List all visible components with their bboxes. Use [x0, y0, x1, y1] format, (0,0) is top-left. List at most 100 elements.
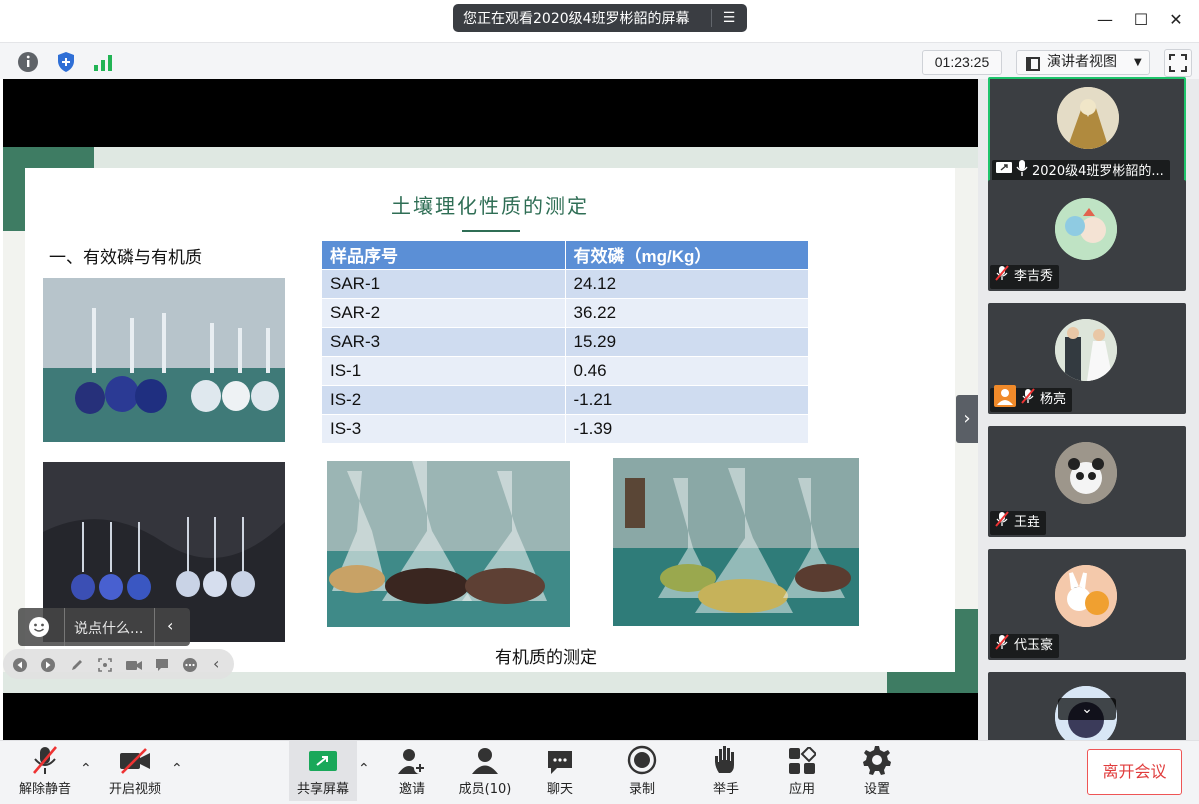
minimize-icon[interactable]: — — [1095, 10, 1115, 30]
table-row: SAR-3 15.29 — [322, 326, 809, 356]
previous-icon[interactable] — [13, 657, 27, 672]
avatar — [1055, 198, 1117, 260]
close-icon[interactable]: ✕ — [1166, 10, 1186, 30]
table-header-cell: 样品序号 — [322, 241, 566, 269]
gear-icon — [855, 741, 899, 775]
muted-microphone-icon — [14, 741, 76, 775]
share-notice-text: 您正在观看2020级4班罗彬韶的屏幕 — [463, 11, 690, 27]
meeting-control-bar: 解除静音 ⌃ 开启视频 ⌃ 共享屏幕 ⌃ 邀请 成员(10) 聊天 录制 举手 … — [0, 740, 1199, 804]
info-icon[interactable] — [16, 50, 40, 74]
participant-namebar: 代玉豪 — [990, 633, 1060, 658]
camera-icon[interactable] — [126, 657, 142, 671]
start-video-button[interactable]: 开启视频 — [104, 741, 166, 801]
fullscreen-icon — [1169, 54, 1187, 72]
settings-button[interactable]: 设置 — [855, 741, 899, 801]
start-video-label: 开启视频 — [108, 782, 161, 797]
participant-name: 王垚 — [1014, 515, 1041, 530]
participant-namebar: 王垚 — [990, 510, 1047, 536]
slide-content: 土壤理化性质的测定 一、有效磷与有机质 样品序号 有效磷（mg/Kg） SAR-… — [25, 168, 955, 672]
chevron-left-icon[interactable]: ‹ — [167, 616, 173, 635]
participant-namebar: 李吉秀 — [990, 264, 1060, 289]
fullscreen-button[interactable] — [1164, 49, 1192, 77]
participant-tile[interactable]: 王垚 — [988, 426, 1186, 537]
table-cell: SAR-2 — [322, 297, 566, 327]
table-cell: IS-2 — [322, 384, 566, 414]
chat-placeholder[interactable]: 说点什么... — [74, 618, 143, 638]
record-icon — [620, 741, 664, 775]
chat-button[interactable]: 聊天 — [538, 741, 582, 801]
add-user-icon — [388, 741, 436, 775]
members-button[interactable]: 成员(10) — [455, 741, 515, 801]
emoji-icon[interactable] — [28, 616, 50, 638]
table-row: IS-1 0.46 — [322, 355, 809, 385]
share-screen-label: 共享屏幕 — [296, 782, 349, 797]
unmute-button[interactable]: 解除静音 — [14, 741, 76, 801]
view-mode-label: 演讲者视图 — [1047, 54, 1117, 70]
hand-icon — [704, 741, 748, 775]
scroll-down-button[interactable]: ⌄ — [1058, 698, 1116, 720]
video-off-icon — [104, 741, 166, 775]
speaker-view-icon — [1026, 56, 1040, 71]
table-cell: 15.29 — [565, 326, 809, 356]
muted-microphone-icon — [1020, 387, 1036, 413]
divider — [154, 608, 155, 646]
record-label: 录制 — [628, 782, 655, 797]
more-icon[interactable] — [183, 657, 197, 672]
invite-button[interactable]: 邀请 — [388, 741, 436, 801]
share-screen-button[interactable]: 共享屏幕 — [289, 741, 357, 801]
view-mode-dropdown[interactable]: 演讲者视图 ▼ — [1016, 50, 1150, 75]
screen-share-banner[interactable]: 您正在观看2020级4班罗彬韶的屏幕 ☰ — [453, 4, 747, 32]
record-button[interactable]: 录制 — [620, 741, 664, 801]
members-label: 成员(10) — [458, 782, 512, 797]
muted-microphone-icon — [994, 510, 1010, 536]
section-heading: 一、有效磷与有机质 — [49, 248, 202, 268]
chat-input-bar[interactable]: 说点什么... ‹ — [18, 608, 190, 646]
apps-button[interactable]: 应用 — [780, 741, 824, 801]
participant-panel: 2020级4班罗彬韶的... 李吉秀 杨亮 王垚 代玉豪 ⌄ — [978, 77, 1199, 748]
participant-tile[interactable]: 代玉豪 — [988, 549, 1186, 660]
participant-namebar: 杨亮 — [990, 384, 1073, 413]
participant-tile[interactable]: 李吉秀 — [988, 180, 1186, 291]
settings-label: 设置 — [863, 782, 890, 797]
lab-photo-flasks-blue — [43, 278, 285, 442]
leave-meeting-button[interactable]: 离开会议 — [1087, 749, 1182, 795]
user-icon — [994, 384, 1016, 416]
title-underline — [462, 230, 520, 232]
screenshot-icon[interactable] — [98, 657, 112, 672]
table-cell: -1.39 — [565, 413, 809, 443]
chevron-up-icon[interactable]: ⌃ — [358, 761, 370, 777]
slide-title: 土壤理化性质的测定 — [391, 194, 589, 218]
table-header-row: 样品序号 有效磷（mg/Kg） — [322, 241, 809, 269]
table-row: SAR-1 24.12 — [322, 268, 809, 298]
table-cell: SAR-3 — [322, 326, 566, 356]
raise-hand-button[interactable]: 举手 — [704, 741, 748, 801]
raise-hand-label: 举手 — [712, 782, 739, 797]
table-row: IS-2 -1.21 — [322, 384, 809, 414]
next-icon[interactable] — [41, 657, 55, 672]
table-cell: 36.22 — [565, 297, 809, 327]
network-signal-icon[interactable] — [91, 50, 115, 74]
members-icon — [455, 741, 515, 775]
apps-label: 应用 — [788, 782, 815, 797]
collapse-panel-button[interactable]: › — [956, 395, 978, 443]
maximize-icon[interactable]: ☐ — [1131, 10, 1151, 30]
pen-icon[interactable] — [70, 657, 84, 671]
chevron-left-icon[interactable]: ‹ — [213, 654, 227, 673]
meeting-timer: 01:23:25 — [922, 50, 1002, 75]
avatar — [1055, 319, 1117, 381]
table-cell: IS-1 — [322, 355, 566, 385]
chevron-down-icon: ▼ — [1134, 57, 1142, 68]
comment-icon[interactable] — [155, 657, 169, 671]
avatar — [1055, 442, 1117, 504]
chat-icon — [538, 741, 582, 775]
table-row: IS-3 -1.39 — [322, 413, 809, 443]
invite-label: 邀请 — [398, 782, 425, 797]
participant-tile[interactable]: ⌄ — [988, 672, 1186, 748]
list-menu-icon[interactable]: ☰ — [712, 10, 746, 26]
participant-tile[interactable]: 2020级4班罗彬韶的... — [988, 77, 1186, 188]
chevron-up-icon[interactable]: ⌃ — [171, 761, 183, 777]
security-shield-icon[interactable] — [54, 50, 78, 74]
participant-tile[interactable]: 杨亮 — [988, 303, 1186, 414]
chevron-up-icon[interactable]: ⌃ — [80, 761, 92, 777]
participant-name: 代玉豪 — [1014, 638, 1054, 653]
